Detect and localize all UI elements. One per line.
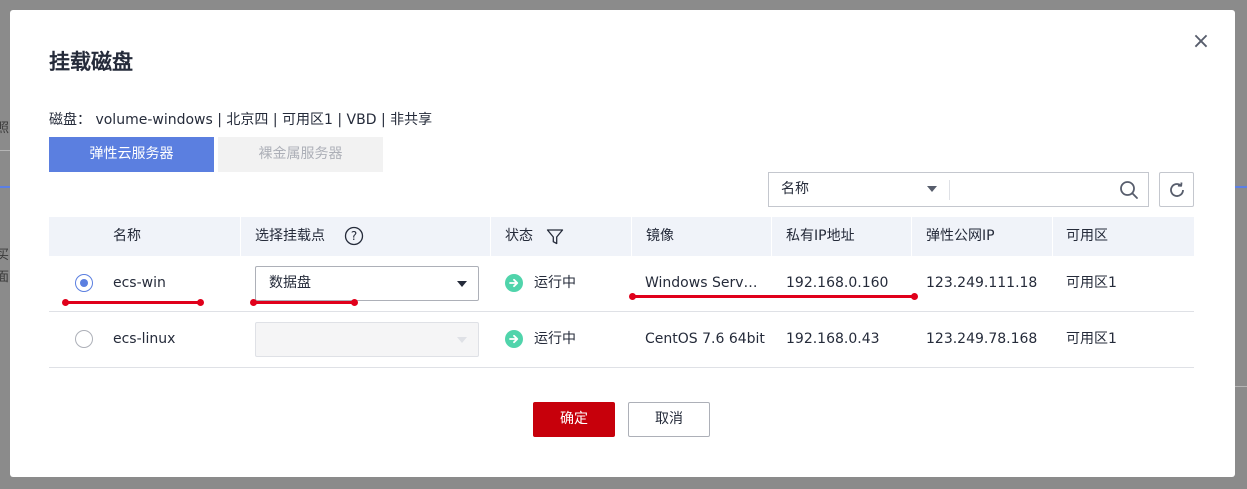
server-az: 可用区1	[1066, 331, 1117, 347]
background-divider	[0, 150, 10, 151]
server-eip: 123.249.78.168	[926, 331, 1038, 347]
chevron-down-icon	[457, 337, 467, 343]
header-divider	[631, 217, 632, 256]
header-divider	[490, 217, 491, 256]
header-private-ip: 私有IP地址	[786, 228, 855, 244]
table-header: 名称 选择挂载点 ? 状态 镜像 私有IP地址 弹性公网IP 可用区	[49, 217, 1194, 256]
disk-info: 磁盘： volume-windows | 北京四 | 可用区1 | VBD | …	[49, 112, 433, 128]
dialog-title: 挂载磁盘	[49, 50, 133, 74]
refresh-icon	[1170, 182, 1184, 197]
header-divider	[1052, 217, 1053, 256]
mount-point-select	[255, 322, 479, 357]
server-image: Windows Serv…	[645, 275, 758, 291]
row-radio[interactable]	[75, 330, 93, 348]
tab-bms[interactable]: 裸金属服务器	[218, 137, 383, 172]
running-status-icon	[505, 274, 523, 292]
background-text: 面	[0, 270, 10, 285]
table-row[interactable]: ecs-linux 运行中 CentOS 7.6 64bit 192.168.0…	[49, 312, 1194, 368]
header-divider	[911, 217, 912, 256]
annotation-underline	[629, 293, 918, 300]
background-text: 买	[0, 248, 10, 263]
header-image: 镜像	[646, 228, 674, 244]
background-accent-line	[1235, 186, 1247, 188]
search-divider	[949, 180, 950, 200]
header-divider	[240, 217, 241, 256]
row-radio[interactable]	[75, 274, 93, 292]
mount-point-value: 数据盘	[269, 275, 311, 291]
search-box: 名称	[768, 172, 1149, 207]
header-eip: 弹性公网IP	[926, 228, 995, 244]
background-divider	[1235, 386, 1247, 387]
search-icon[interactable]	[1119, 180, 1139, 200]
close-icon[interactable]: ×	[1191, 31, 1211, 53]
chevron-down-icon	[457, 281, 467, 287]
svg-text:?: ?	[351, 229, 357, 243]
search-input[interactable]	[959, 176, 1109, 203]
background-accent-line	[0, 186, 10, 188]
server-image: CentOS 7.6 64bit	[645, 331, 765, 347]
table-row[interactable]: ecs-win 数据盘 运行中 Windows Serv… 192.168.0.…	[49, 256, 1194, 312]
chevron-down-icon[interactable]	[927, 186, 937, 192]
filter-icon[interactable]	[546, 228, 564, 246]
server-name: ecs-linux	[113, 331, 176, 347]
running-status-icon	[505, 330, 523, 348]
confirm-button[interactable]: 确定	[533, 402, 615, 437]
header-divider	[771, 217, 772, 256]
header-name: 名称	[113, 228, 141, 244]
server-private-ip: 192.168.0.160	[786, 275, 889, 291]
attach-disk-dialog: × 挂载磁盘 磁盘： volume-windows | 北京四 | 可用区1 |…	[10, 10, 1235, 477]
server-eip: 123.249.111.18	[926, 275, 1038, 291]
server-status: 运行中	[534, 331, 576, 347]
header-status: 状态	[505, 228, 533, 244]
background-text: 照	[0, 121, 10, 136]
server-private-ip: 192.168.0.43	[786, 331, 880, 347]
server-status: 运行中	[534, 275, 576, 291]
mount-point-select[interactable]: 数据盘	[255, 266, 479, 301]
server-az: 可用区1	[1066, 275, 1117, 291]
help-icon[interactable]: ?	[344, 226, 364, 246]
refresh-button[interactable]	[1159, 172, 1194, 207]
server-table: 名称 选择挂载点 ? 状态 镜像 私有IP地址 弹性公网IP 可用区 ecs-w…	[49, 217, 1194, 368]
search-field-select[interactable]: 名称	[781, 173, 809, 206]
tab-ecs[interactable]: 弹性云服务器	[49, 137, 214, 172]
header-az: 可用区	[1066, 228, 1108, 244]
header-mount-point: 选择挂载点	[255, 228, 325, 244]
annotation-underline	[250, 299, 358, 306]
annotation-underline	[62, 299, 204, 306]
cancel-button[interactable]: 取消	[628, 402, 710, 437]
